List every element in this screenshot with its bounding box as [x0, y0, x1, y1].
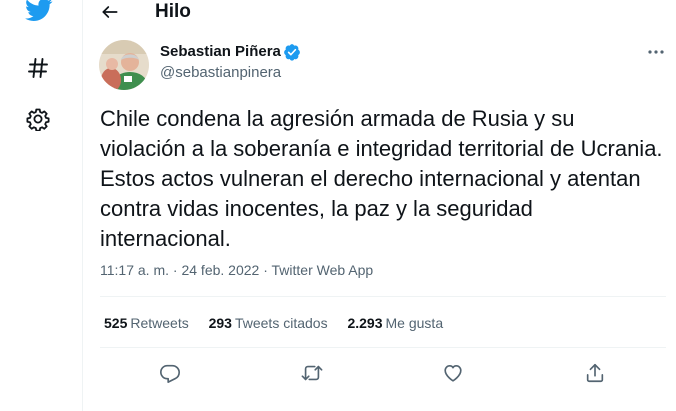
header: Hilo	[84, 0, 666, 27]
gear-icon[interactable]	[26, 107, 50, 131]
meta-separator: ·	[263, 262, 268, 278]
author-name[interactable]: Sebastian Piñera	[160, 43, 281, 61]
author-handle[interactable]: @sebastianpinera	[160, 64, 281, 82]
likes-stat[interactable]: 2.293 Me gusta	[347, 314, 443, 332]
retweets-stat[interactable]: 525 Retweets	[104, 314, 189, 332]
avatar-image	[99, 40, 149, 90]
avatar[interactable]	[99, 40, 149, 90]
quotes-stat[interactable]: 293 Tweets citados	[209, 314, 328, 332]
retweets-count: 525	[104, 315, 128, 331]
like-icon[interactable]	[442, 362, 464, 384]
likes-label: Me gusta	[385, 315, 444, 331]
retweets-label: Retweets	[130, 315, 189, 331]
tweet-text: Chile condena la agresión armada de Rusi…	[100, 106, 663, 251]
more-options-icon[interactable]	[646, 46, 666, 58]
reply-icon[interactable]	[159, 362, 181, 384]
tweet-meta: 11:17 a. m. · 24 feb. 2022 · Twitter Web…	[100, 261, 373, 279]
twitter-bird-icon[interactable]	[23, 0, 55, 24]
quotes-count: 293	[208, 315, 232, 331]
tweet-source[interactable]: Twitter Web App	[272, 262, 374, 278]
tweet-time[interactable]: 11:17 a. m.	[100, 262, 169, 278]
divider	[100, 347, 666, 348]
quotes-label: Tweets citados	[234, 315, 328, 331]
share-icon[interactable]	[584, 362, 606, 384]
likes-count: 2.293	[347, 315, 383, 331]
tweet-date[interactable]: 24 feb. 2022	[181, 262, 259, 278]
meta-separator: ·	[172, 262, 178, 278]
sidebar	[0, 0, 83, 411]
verified-badge-icon	[284, 44, 300, 61]
tweet-stats: 525 Retweets 293 Tweets citados 2.293 Me gu…	[104, 314, 459, 332]
page-title: Hilo	[155, 1, 191, 22]
back-arrow-icon[interactable]	[100, 2, 120, 22]
divider	[100, 296, 666, 297]
retweet-icon[interactable]	[301, 362, 323, 384]
hashtag-icon[interactable]	[26, 56, 50, 80]
